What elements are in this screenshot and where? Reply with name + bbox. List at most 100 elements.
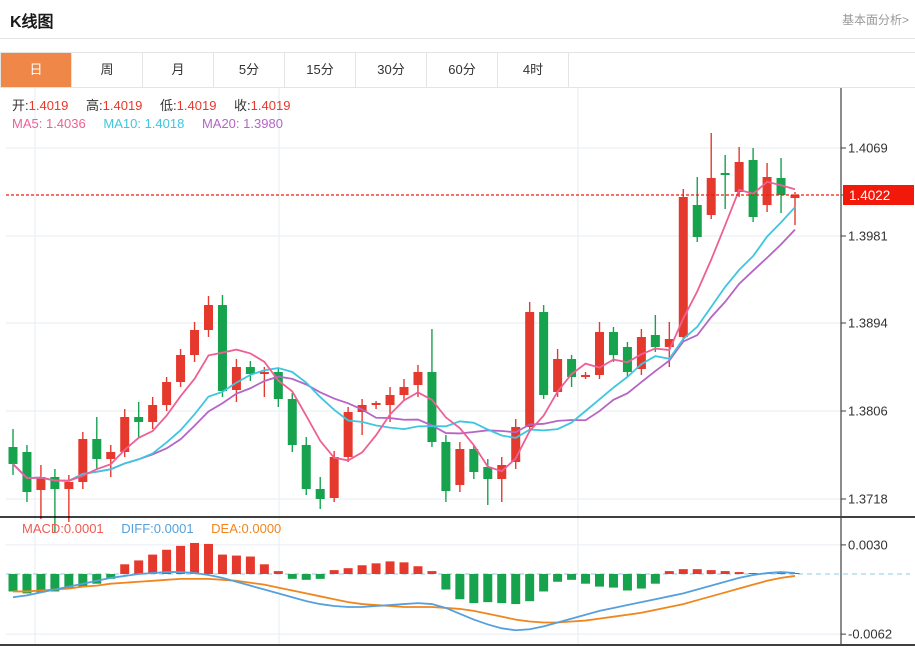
- candlestick: [609, 332, 618, 355]
- candlestick: [721, 173, 730, 175]
- candlestick: [190, 330, 199, 355]
- candlestick: [400, 387, 409, 395]
- candlestick: [581, 375, 590, 377]
- macd-bar: [637, 574, 646, 589]
- dea-line: [13, 576, 795, 623]
- macd-bar: [469, 574, 478, 603]
- macd-bar: [9, 574, 18, 591]
- high-label: 高:: [86, 98, 103, 113]
- kline-widget: K线图 基本面分析> 日周月5分15分30分60分4时 1.40691.3981…: [0, 0, 915, 648]
- ma20-value: 1.3980: [243, 116, 283, 131]
- price-tick-label: 1.4069: [848, 141, 888, 156]
- macd-bar: [302, 574, 311, 580]
- ma10-label: MA10:: [103, 116, 141, 131]
- macd-bar: [316, 574, 325, 579]
- grid-layer: [6, 88, 841, 645]
- macd-bar: [260, 564, 269, 574]
- macd-bar: [539, 574, 548, 591]
- ma-legend: MA5: 1.4036 MA10: 1.4018 MA20: 1.3980: [12, 116, 283, 131]
- macd-bar: [204, 544, 213, 574]
- ma20-line: [13, 230, 795, 481]
- low-value: 1.4019: [177, 98, 217, 113]
- ohlc-legend: 开:1.4019 高:1.4019 低:1.4019 收:1.4019: [12, 95, 290, 114]
- macd-bar: [427, 571, 436, 574]
- candlestick: [469, 449, 478, 472]
- macd-bar: [176, 546, 185, 574]
- macd-bar: [274, 571, 283, 574]
- ma20-label: MA20:: [202, 116, 240, 131]
- candlestick: [386, 395, 395, 405]
- macd-bar: [609, 574, 618, 588]
- ma10-line: [13, 207, 795, 481]
- candlestick: [707, 178, 716, 215]
- candlestick: [148, 405, 157, 422]
- candlestick: [64, 482, 73, 489]
- close-value: 1.4019: [251, 98, 291, 113]
- macd-bar: [595, 574, 604, 587]
- macd-bar: [553, 574, 562, 582]
- candlestick: [693, 205, 702, 237]
- candlestick: [302, 445, 311, 489]
- low-label: 低:: [160, 98, 177, 113]
- macd-bar: [218, 555, 227, 574]
- candlestick: [441, 442, 450, 491]
- candlestick: [22, 452, 31, 492]
- high-value: 1.4019: [103, 98, 143, 113]
- candlestick: [316, 489, 325, 499]
- price-tick-label: 1.3981: [848, 229, 888, 244]
- macd-bar: [497, 574, 506, 603]
- macd-bar: [735, 572, 744, 574]
- candlestick: [204, 305, 213, 330]
- candlestick: [106, 452, 115, 459]
- diff-value: 0.0001: [154, 521, 194, 536]
- candlestick: [218, 305, 227, 391]
- candlestick: [595, 332, 604, 375]
- macd-bar: [511, 574, 520, 604]
- candlestick: [9, 447, 18, 464]
- candlestick: [413, 372, 422, 385]
- macd-histogram: [9, 543, 800, 604]
- open-value: 1.4019: [29, 98, 69, 113]
- open-label: 开:: [12, 98, 29, 113]
- macd-bar: [665, 571, 674, 574]
- macd-bar: [567, 574, 576, 580]
- macd-bar: [525, 574, 534, 601]
- candlestick: [176, 355, 185, 382]
- ma5-value: 1.4036: [46, 116, 86, 131]
- candlestick: [735, 162, 744, 192]
- current-price-label: 1.4022: [849, 188, 890, 203]
- candles-layer: [9, 133, 800, 532]
- macd-bar: [190, 543, 199, 574]
- price-tick-label: 1.3806: [848, 404, 888, 419]
- candlestick: [651, 335, 660, 347]
- macd-bar: [623, 574, 632, 590]
- macd-bar: [288, 574, 297, 579]
- candlestick: [749, 160, 758, 217]
- macd-bar: [358, 565, 367, 574]
- candlestick: [679, 197, 688, 337]
- macd-tick-label: 0.0030: [848, 537, 888, 552]
- macd-bar: [344, 568, 353, 574]
- candlestick: [483, 467, 492, 479]
- macd-legend: MACD:0.0001 DIFF:0.0001 DEA:0.0000: [22, 521, 281, 536]
- dea-label: DEA:: [211, 521, 241, 536]
- macd-bar: [441, 574, 450, 590]
- candlestick: [455, 449, 464, 485]
- ma5-line: [13, 182, 795, 481]
- macd-bar: [707, 570, 716, 574]
- macd-bar: [232, 556, 241, 574]
- macd-value: 0.0001: [64, 521, 104, 536]
- macd-bar: [651, 574, 660, 584]
- candlestick: [232, 367, 241, 390]
- macd-bar: [246, 557, 255, 574]
- macd-bar: [581, 574, 590, 584]
- macd-bar: [386, 561, 395, 574]
- diff-line: [13, 572, 795, 630]
- macd-bar: [120, 564, 129, 574]
- dea-value: 0.0000: [242, 521, 282, 536]
- macd-bar: [134, 560, 143, 574]
- macd-bar: [679, 569, 688, 574]
- price-tick-label: 1.3894: [848, 316, 888, 331]
- macd-bar: [148, 555, 157, 574]
- macd-bar: [483, 574, 492, 602]
